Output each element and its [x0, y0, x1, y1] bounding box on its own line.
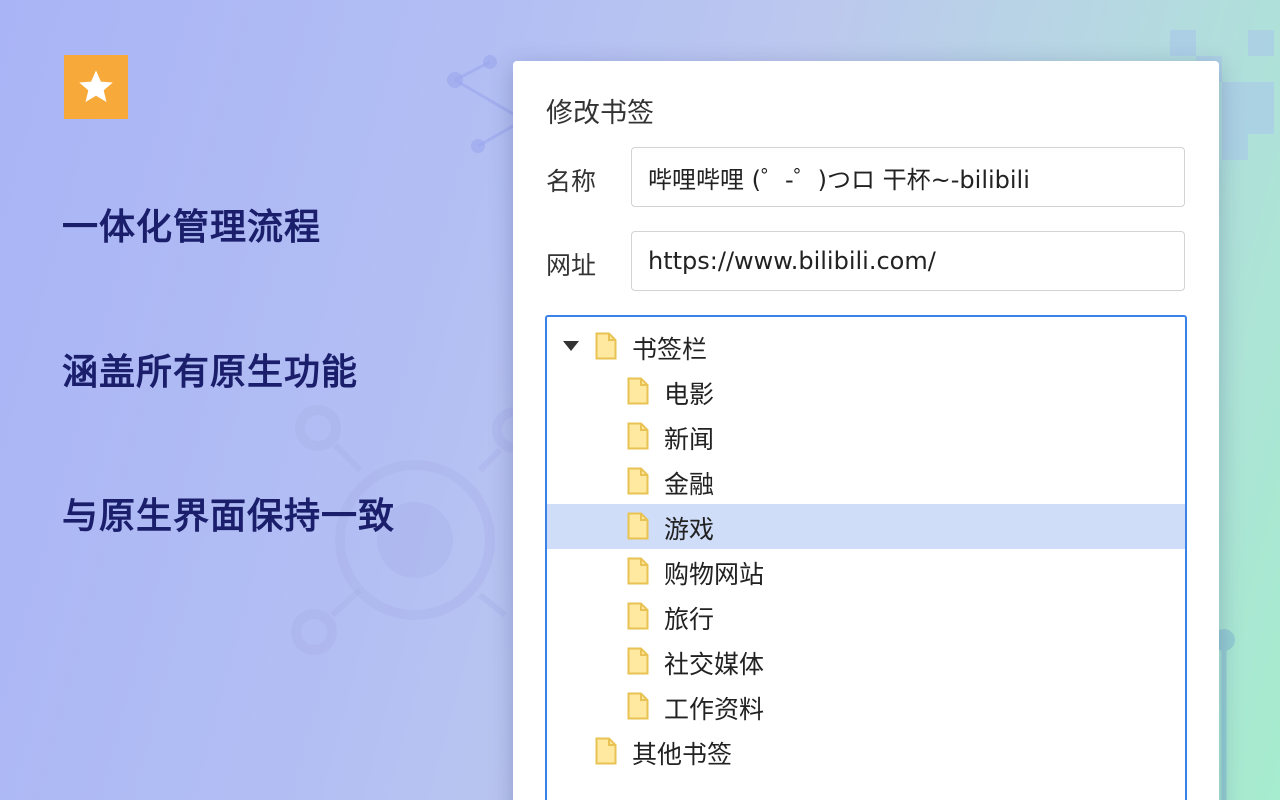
tree-item-folder[interactable]: 工作资料 — [547, 684, 1185, 729]
tree-item-label: 社交媒体 — [664, 650, 765, 679]
folder-icon — [627, 692, 649, 720]
name-input[interactable] — [631, 147, 1185, 207]
edit-bookmark-dialog: 修改书签 名称 网址 书签栏 电影 新闻 — [513, 61, 1219, 800]
folder-icon — [627, 467, 649, 495]
tree-item-other-bookmarks[interactable]: 其他书签 — [547, 729, 1185, 774]
tree-item-label: 购物网站 — [664, 560, 765, 589]
tree-item-folder[interactable]: 社交媒体 — [547, 639, 1185, 684]
dialog-title: 修改书签 — [546, 98, 654, 129]
tree-item-folder[interactable]: 电影 — [547, 369, 1185, 414]
tree-item-label: 游戏 — [664, 515, 715, 544]
star-icon — [79, 70, 113, 103]
tree-item-label: 其他书签 — [632, 740, 733, 769]
tree-item-label: 新闻 — [664, 425, 715, 454]
tree-item-folder[interactable]: 新闻 — [547, 414, 1185, 459]
folder-icon — [627, 422, 649, 450]
folder-icon — [627, 647, 649, 675]
url-label: 网址 — [546, 251, 597, 280]
tree-item-folder[interactable]: 旅行 — [547, 594, 1185, 639]
folder-icon — [595, 737, 617, 765]
caret-down-icon[interactable] — [563, 341, 579, 351]
tree-item-label: 电影 — [664, 380, 715, 409]
folder-icon — [627, 602, 649, 630]
feature-heading-2: 涵盖所有原生功能 — [62, 352, 359, 393]
folder-icon — [627, 512, 649, 540]
folder-icon — [627, 557, 649, 585]
tree-item-bookmarks-bar[interactable]: 书签栏 — [547, 324, 1185, 369]
app-logo — [64, 55, 128, 119]
tree-item-label: 工作资料 — [664, 695, 765, 724]
folder-icon — [595, 332, 617, 360]
tree-item-folder[interactable]: 金融 — [547, 459, 1185, 504]
feature-heading-3: 与原生界面保持一致 — [62, 496, 396, 537]
tree-item-folder-selected[interactable]: 游戏 — [547, 504, 1185, 549]
tree-item-label: 金融 — [664, 470, 715, 499]
feature-heading-1: 一体化管理流程 — [62, 207, 322, 248]
folder-tree[interactable]: 书签栏 电影 新闻 金融 游戏 购物网站 旅行 社交媒体 工作资料 其他书签 — [545, 315, 1187, 800]
url-input[interactable] — [631, 231, 1185, 291]
name-label: 名称 — [546, 167, 597, 196]
folder-icon — [627, 377, 649, 405]
tree-item-label: 旅行 — [664, 605, 715, 634]
tree-item-label: 书签栏 — [632, 335, 708, 364]
tree-item-folder[interactable]: 购物网站 — [547, 549, 1185, 594]
